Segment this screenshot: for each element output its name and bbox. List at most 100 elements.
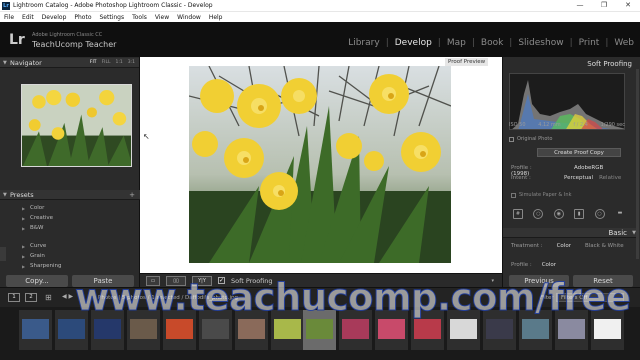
expand-triangle-icon: ▶ — [22, 225, 26, 231]
thumbnail-image — [594, 319, 621, 339]
soft-proofing-panel-title: Soft Proofing — [587, 60, 632, 68]
simulate-paper-ink-label: Simulate Paper & Ink — [519, 192, 572, 198]
module-map[interactable]: Map — [441, 38, 472, 48]
zoom-3-1[interactable]: 3:1 — [128, 60, 135, 65]
thumbnail-image — [274, 319, 301, 339]
simulate-paper-ink-toggle[interactable]: Simulate Paper & Ink — [511, 192, 571, 198]
minimize-button[interactable]: — — [568, 0, 592, 11]
menu-view[interactable]: View — [151, 14, 173, 21]
secondary-window-button[interactable]: 2 — [25, 293, 37, 302]
menu-settings[interactable]: Settings — [96, 14, 129, 21]
right-panel: Soft Proofing ISO 50 4.12 mm f / 2.4 1/2… — [502, 57, 640, 287]
module-develop[interactable]: Develop — [389, 38, 438, 48]
treatment-black-white[interactable]: Black & White — [585, 243, 624, 249]
preset-folder-grain[interactable]: ▶ Grain — [22, 251, 137, 261]
preset-folder-color[interactable]: ▶ Color — [22, 203, 137, 213]
intent-relative[interactable]: Relative — [599, 175, 621, 181]
main-photo[interactable] — [189, 66, 451, 263]
collapse-triangle-icon: ▼ — [3, 59, 7, 66]
thumbnail-image — [238, 319, 265, 339]
thumbnail-image — [342, 319, 369, 339]
navigator-zoom-options: FIT FILL 1:1 3:1 — [90, 60, 135, 65]
right-panel-scrollbar[interactable] — [636, 69, 639, 259]
original-photo-label: Original Photo — [517, 136, 553, 142]
expand-triangle-icon: ▶ — [22, 243, 26, 249]
menu-edit[interactable]: Edit — [18, 14, 38, 21]
develop-tool-strip: # ○ ◉ ▮ ○ ▬ — [509, 207, 629, 221]
intent-perceptual[interactable]: Perceptual — [564, 175, 593, 181]
treatment-row: Treatment : Color Black & White — [511, 243, 631, 249]
copy-settings-button[interactable]: Copy... — [6, 275, 68, 287]
lightroom-app-icon: Lr — [2, 1, 10, 10]
identity-plate: Lr Adobe Lightroom Classic CC TeachUcomp… — [0, 22, 640, 57]
add-preset-icon[interactable]: + — [129, 191, 135, 199]
thumbnail-image — [58, 319, 85, 339]
graduated-filter-icon[interactable]: ▮ — [574, 209, 585, 219]
module-picker: Library | Develop | Map | Book | Slidesh… — [342, 38, 640, 48]
filmstrip-thumbnail[interactable] — [19, 310, 52, 350]
crop-tool-icon[interactable]: ○ — [533, 209, 544, 219]
thumbnail-image — [558, 319, 585, 339]
preset-folder-bw[interactable]: ▶ B&W — [22, 223, 137, 233]
create-proof-copy-button[interactable]: Create Proof Copy — [537, 148, 621, 157]
radial-filter-icon[interactable]: ○ — [594, 209, 605, 219]
thumbnail-image — [414, 319, 441, 339]
window-title: Lightroom Catalog - Adobe Photoshop Ligh… — [13, 2, 213, 9]
close-button[interactable]: ✕ — [616, 0, 640, 11]
maximize-button[interactable]: ❐ — [592, 0, 616, 11]
filmstrip-nav-arrows-icon[interactable]: ◀ ▶ — [62, 293, 73, 300]
proof-intent-row: Intent : Perceptual Relative — [511, 175, 623, 181]
module-print[interactable]: Print — [573, 38, 606, 48]
menu-develop[interactable]: Develop — [38, 14, 71, 21]
navigator-daffodil-image — [22, 85, 131, 166]
image-canvas[interactable] — [140, 57, 502, 273]
basic-panel-header[interactable]: Basic ▼ — [503, 228, 639, 238]
presets-header[interactable]: ▼ Presets + — [0, 190, 140, 200]
intent-label: Intent : — [511, 175, 531, 181]
zoom-fit[interactable]: FIT — [90, 60, 97, 65]
collapse-triangle-icon: ▼ — [3, 191, 7, 198]
original-photo-checkbox[interactable] — [509, 136, 514, 142]
menu-file[interactable]: File — [0, 14, 18, 21]
original-photo-toggle[interactable]: Original Photo — [509, 136, 552, 142]
menu-photo[interactable]: Photo — [70, 14, 95, 21]
simulate-paper-ink-checkbox[interactable] — [511, 192, 516, 198]
grid-overlay-icon[interactable]: # — [513, 209, 523, 219]
module-slideshow[interactable]: Slideshow — [512, 38, 569, 48]
module-book[interactable]: Book — [475, 38, 509, 48]
expand-triangle-icon: ▶ — [22, 205, 26, 211]
preset-folder-creative[interactable]: ▶ Creative — [22, 213, 137, 223]
spot-removal-icon[interactable]: ◉ — [553, 209, 564, 219]
left-panel: ▼ Navigator FIT FILL 1:1 3:1 ▼ Presets +… — [0, 57, 140, 287]
module-library[interactable]: Library — [342, 38, 385, 48]
preset-folder-sharpening[interactable]: ▶ Sharpening — [22, 261, 137, 271]
zoom-fill[interactable]: FILL — [102, 60, 111, 65]
thumbnail-image — [22, 319, 49, 339]
adjustment-brush-icon[interactable]: ▬ — [615, 209, 625, 219]
zoom-1-1[interactable]: 1:1 — [116, 60, 123, 65]
menu-help[interactable]: Help — [205, 14, 227, 21]
treatment-color[interactable]: Color — [557, 243, 571, 249]
iso-value: ISO 50 — [509, 122, 526, 128]
main-window-button[interactable]: 1 — [8, 293, 20, 302]
thumbnail-image — [522, 319, 549, 339]
navigator-preview[interactable] — [21, 84, 132, 167]
menu-bar: File Edit Develop Photo Settings Tools V… — [0, 11, 640, 22]
thumbnail-image — [94, 319, 121, 339]
lightroom-logo: Lr — [9, 32, 25, 48]
preset-list: ▶ Color ▶ Creative ▶ B&W ▶ Curve ▶ Grain ▶ Sha… — [22, 203, 137, 271]
preset-folder-curve[interactable]: ▶ Curve — [22, 241, 137, 251]
grid-view-icon[interactable]: ⊞ — [45, 293, 52, 302]
proof-preview-label: Proof Preview — [445, 58, 489, 66]
histogram-info: ISO 50 4.12 mm f / 2.4 1/290 sec — [509, 122, 625, 128]
expand-triangle-icon: ▶ — [22, 215, 26, 221]
left-panel-collapse-tab[interactable] — [0, 247, 6, 261]
basic-profile-value[interactable]: Color — [542, 262, 556, 268]
navigator-title: Navigator — [10, 58, 42, 67]
menu-window[interactable]: Window — [173, 14, 205, 21]
navigator-header[interactable]: ▼ Navigator FIT FILL 1:1 3:1 — [0, 58, 139, 68]
module-web[interactable]: Web — [608, 38, 640, 48]
mouse-cursor-icon: ↖ — [143, 132, 150, 141]
daffodil-photo-image — [189, 66, 451, 263]
menu-tools[interactable]: Tools — [128, 14, 151, 21]
